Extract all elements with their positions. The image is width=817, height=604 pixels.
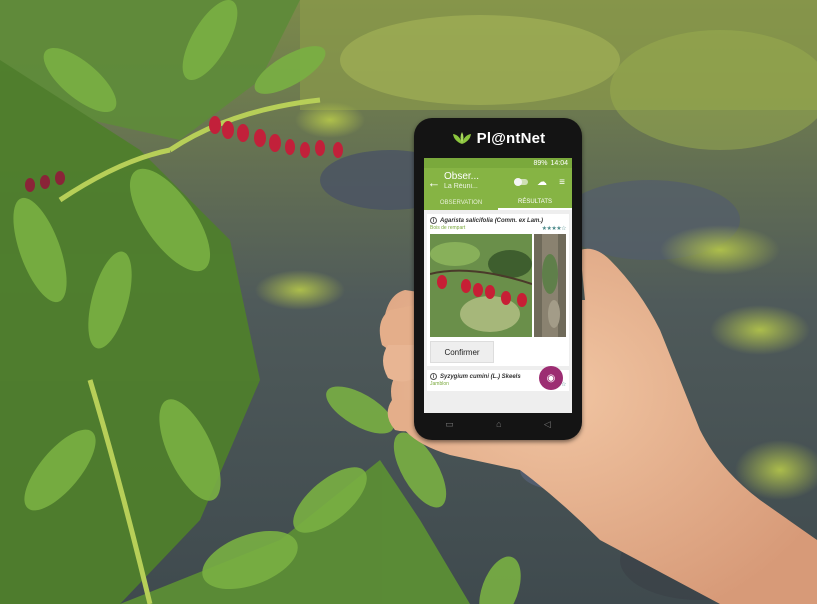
berry-photo[interactable] (430, 234, 532, 337)
observation-title: Obser... (444, 171, 480, 182)
app-screen: 89% 14:04 ← Obser... La Réuni... ☁ ≡ OBS… (424, 158, 572, 413)
filter-icon[interactable]: ≡ (552, 177, 572, 188)
result-subline: Bois de rempart ★★★★☆ (430, 225, 567, 232)
upload-cloud-icon[interactable]: ☁ (532, 177, 552, 188)
result-photos (430, 234, 566, 337)
app-bar: ← Obser... La Réuni... ☁ ≡ (424, 168, 572, 196)
android-nav-bar: ▭ ⌂ ◁ (424, 414, 572, 434)
share-toggle[interactable] (514, 178, 528, 186)
bark-photo[interactable] (534, 234, 566, 337)
species-name[interactable]: Agarista salicifolia (Comm. ex Lam.) (440, 218, 543, 224)
tab-resultats[interactable]: RÉSULTATS (498, 196, 572, 210)
nav-back-icon[interactable]: ◁ (544, 419, 551, 430)
result-header: i Agarista salicifolia (Comm. ex Lam.) (430, 217, 566, 224)
clock-text: 14:04 (550, 159, 568, 167)
leaf-logo-icon (452, 132, 471, 144)
status-bar: 89% 14:04 (424, 158, 572, 168)
tab-observation[interactable]: OBSERVATION (424, 196, 498, 210)
confirm-button[interactable]: Confirmer (430, 341, 494, 363)
nav-home-icon[interactable]: ⌂ (496, 419, 501, 429)
camera-icon[interactable]: ◉ (539, 366, 563, 390)
result-card: i Agarista salicifolia (Comm. ex Lam.) B… (427, 214, 569, 366)
appbar-titles: Obser... La Réuni... (444, 172, 514, 192)
smartphone: Pl@ntNet 89% 14:04 ← Obser... La Réuni..… (414, 118, 582, 440)
common-name: Jamblon (430, 381, 449, 387)
species-name[interactable]: Syzygium cumini (L.) Skeels (440, 374, 521, 380)
tab-bar: OBSERVATION RÉSULTATS (424, 196, 572, 210)
battery-text: 89% (533, 159, 548, 167)
back-arrow-icon[interactable]: ← (424, 175, 444, 190)
photo-scene: Pl@ntNet 89% 14:04 ← Obser... La Réuni..… (0, 0, 817, 604)
phone-header: Pl@ntNet (414, 118, 582, 158)
plantnet-logo: Pl@ntNet (451, 130, 546, 147)
info-icon[interactable]: i (430, 217, 437, 224)
info-icon[interactable]: i (430, 373, 437, 380)
common-name: Bois de rempart (430, 225, 466, 231)
rating-stars: ★★★★☆ (541, 226, 567, 232)
nav-recent-icon[interactable]: ▭ (445, 419, 454, 430)
location-subtitle: La Réuni... (444, 183, 478, 190)
brand-name: Pl@ntNet (476, 129, 546, 147)
background-photo (0, 0, 817, 604)
